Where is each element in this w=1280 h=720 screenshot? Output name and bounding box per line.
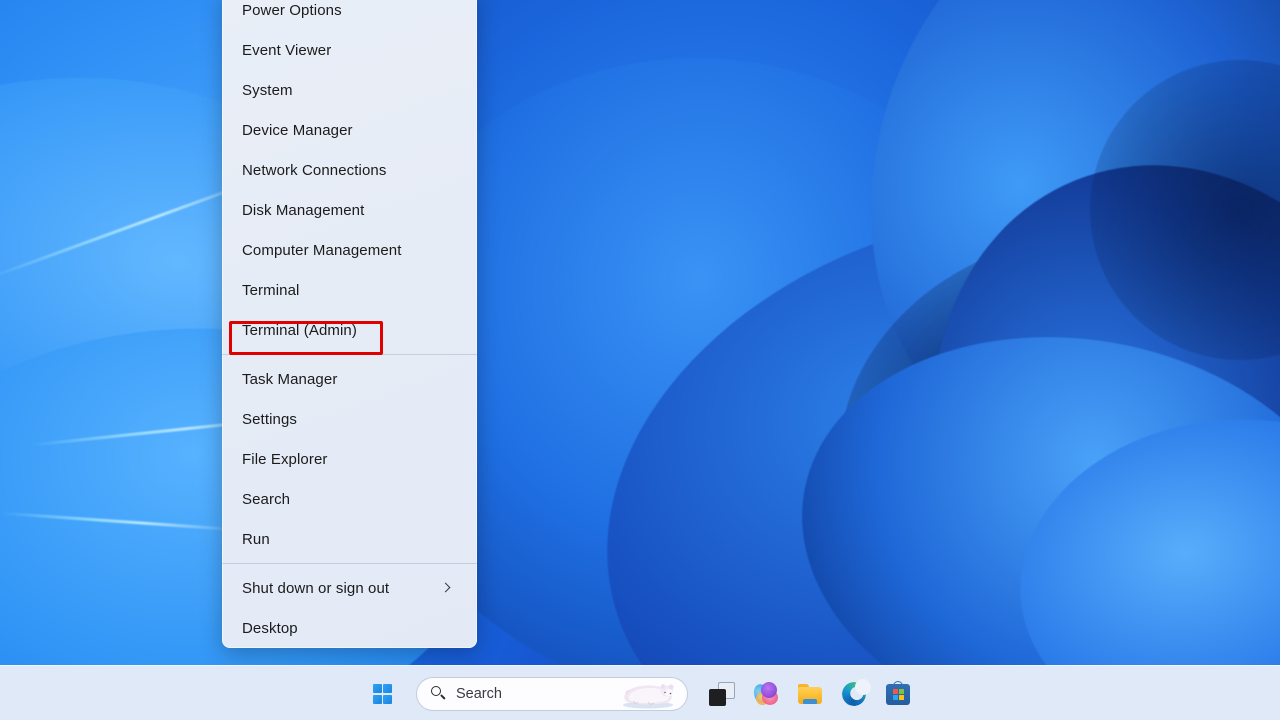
menu-item-label: Disk Management [242, 201, 365, 219]
menu-item-event-viewer[interactable]: Event Viewer [222, 30, 477, 70]
search-icon [431, 686, 446, 701]
menu-item-label: Terminal [242, 281, 300, 299]
task-view-icon [709, 681, 735, 707]
search-input[interactable]: Search [416, 676, 688, 711]
windows-logo-icon [372, 684, 392, 704]
menu-item-label: System [242, 81, 293, 99]
menu-item-network-connections[interactable]: Network Connections [222, 150, 477, 190]
menu-item-label: Device Manager [242, 121, 353, 139]
copilot-button[interactable] [744, 672, 788, 716]
menu-item-power-options[interactable]: Power Options [222, 0, 477, 30]
menu-item-label: Computer Management [242, 241, 402, 259]
taskbar-center-group: Search [360, 672, 920, 716]
menu-item-desktop[interactable]: Desktop [222, 608, 477, 648]
desktop-screen: Power Options Event Viewer System Device… [0, 0, 1280, 720]
taskbar: Search [0, 665, 1280, 720]
menu-item-label: File Explorer [242, 450, 328, 468]
chevron-right-icon [441, 582, 453, 594]
task-view-button[interactable] [700, 672, 744, 716]
menu-item-terminal-admin[interactable]: Terminal (Admin) [222, 310, 477, 350]
store-icon [885, 680, 911, 707]
menu-item-settings[interactable]: Settings [222, 399, 477, 439]
menu-item-task-manager[interactable]: Task Manager [222, 359, 477, 399]
menu-item-label: Shut down or sign out [242, 579, 390, 597]
polar-bear-illustration [623, 683, 674, 708]
menu-item-shut-down-or-sign-out[interactable]: Shut down or sign out [222, 568, 477, 608]
menu-item-label: Task Manager [242, 370, 338, 388]
folder-icon [797, 681, 823, 707]
menu-item-label: Settings [242, 410, 297, 428]
menu-item-search[interactable]: Search [222, 479, 477, 519]
menu-separator-1 [222, 354, 477, 355]
power-user-menu[interactable]: Power Options Event Viewer System Device… [222, 0, 477, 648]
menu-item-disk-management[interactable]: Disk Management [222, 190, 477, 230]
menu-item-label: Desktop [242, 619, 298, 637]
menu-item-file-explorer[interactable]: File Explorer [222, 439, 477, 479]
start-button[interactable] [360, 672, 404, 716]
menu-item-terminal[interactable]: Terminal [222, 270, 477, 310]
desktop-wallpaper [0, 0, 1280, 665]
edge-icon [839, 678, 871, 708]
menu-item-device-manager[interactable]: Device Manager [222, 110, 477, 150]
copilot-icon [751, 681, 779, 707]
menu-item-label: Search [242, 490, 291, 508]
file-explorer-button[interactable] [788, 672, 832, 716]
menu-separator-2 [222, 563, 477, 564]
menu-item-label: Network Connections [242, 161, 387, 179]
menu-item-label: Terminal (Admin) [242, 321, 357, 339]
menu-item-label: Run [242, 530, 270, 548]
menu-item-run[interactable]: Run [222, 519, 477, 559]
menu-item-label: Power Options [242, 1, 342, 19]
menu-item-computer-management[interactable]: Computer Management [222, 230, 477, 270]
store-button[interactable] [876, 672, 920, 716]
menu-item-system[interactable]: System [222, 70, 477, 110]
menu-item-label: Event Viewer [242, 41, 332, 59]
edge-button[interactable] [832, 672, 876, 716]
